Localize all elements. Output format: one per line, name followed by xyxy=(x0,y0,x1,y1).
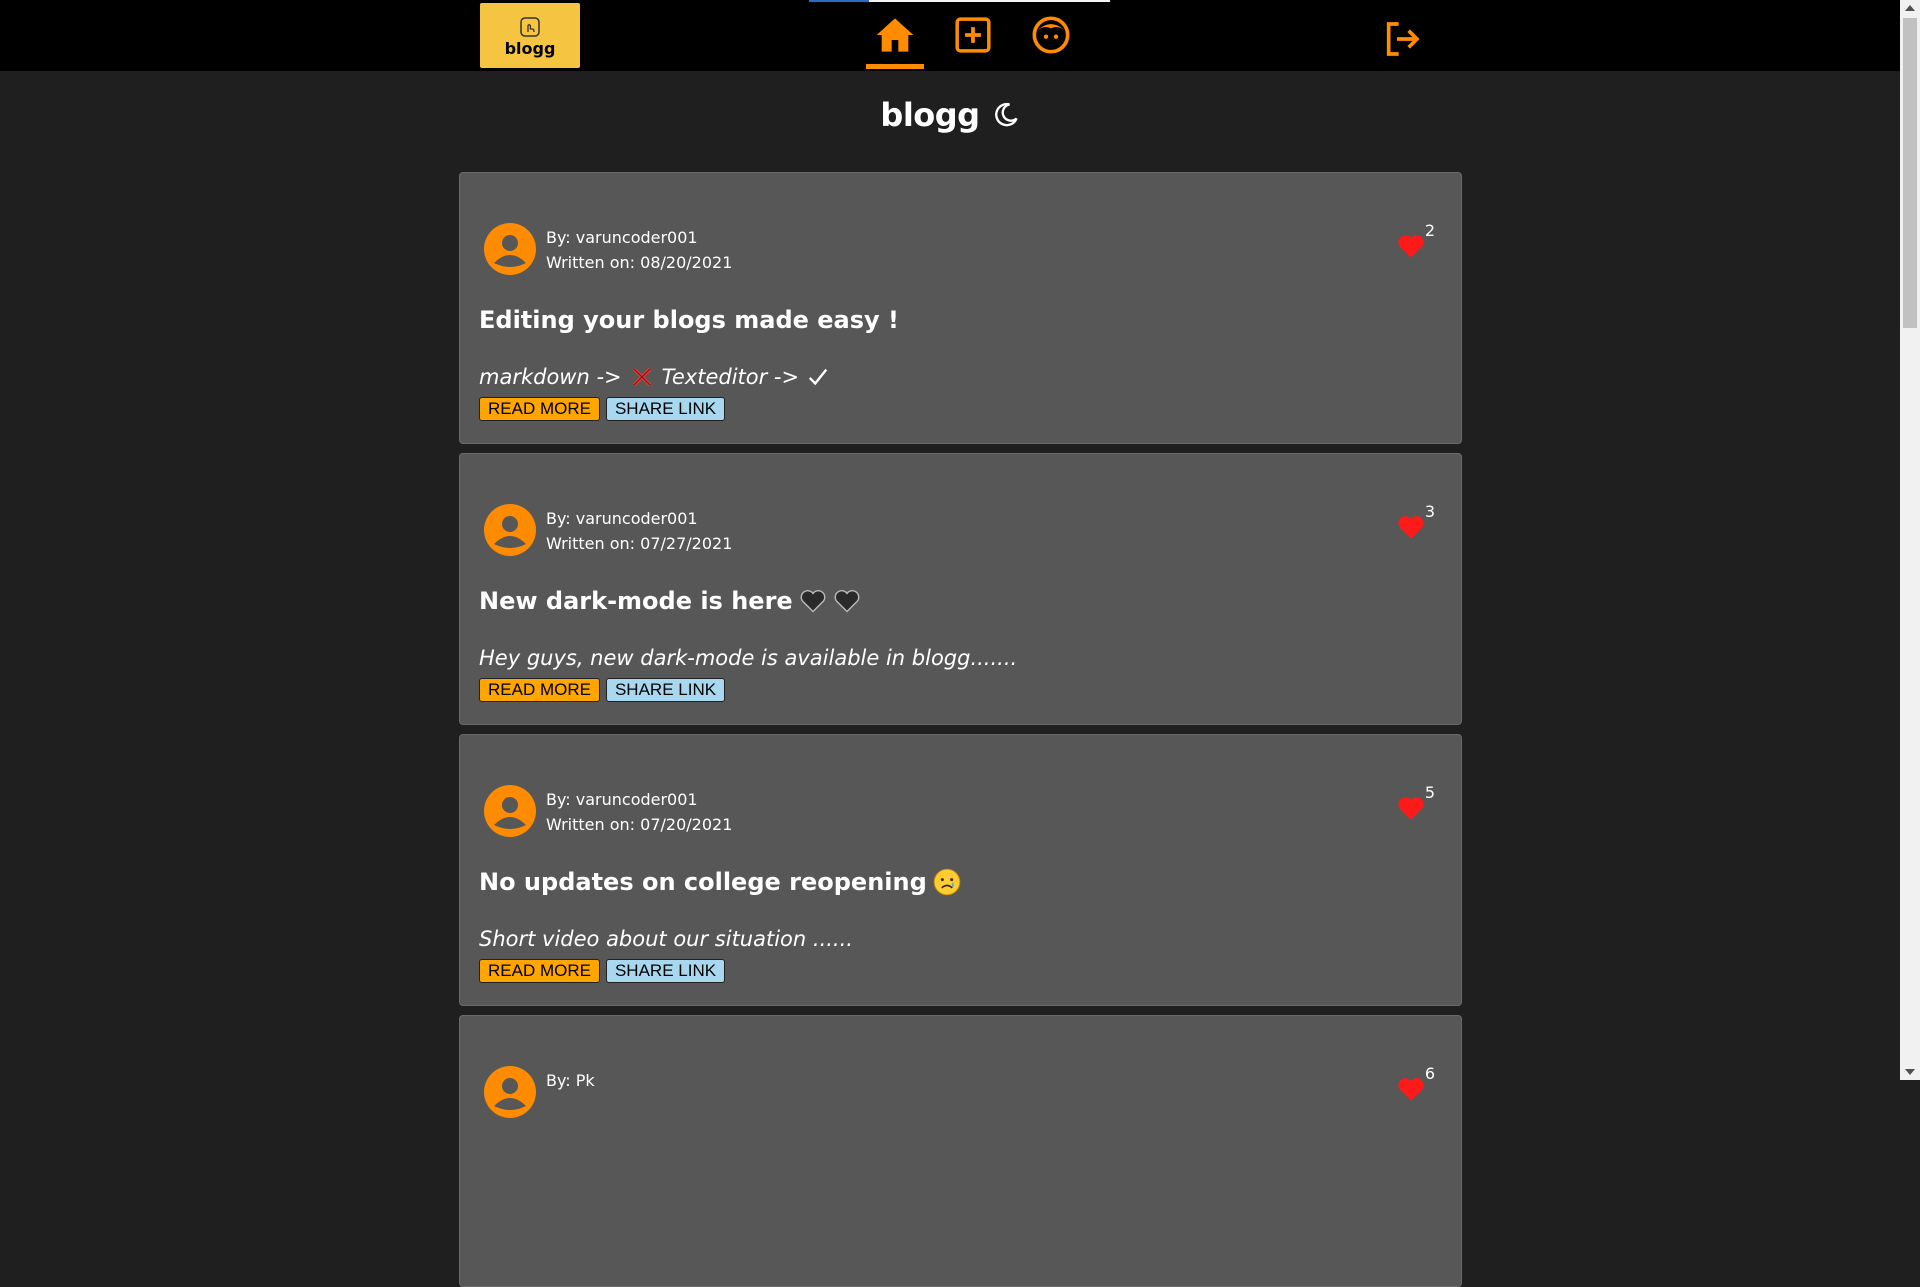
post-actions: READ MORE SHARE LINK xyxy=(479,959,726,983)
heart-icon[interactable] xyxy=(1397,514,1425,540)
excerpt-text-markdown: markdown -> xyxy=(479,365,622,389)
like-count: 2 xyxy=(1424,221,1435,240)
post-date: Written on: 07/27/2021 xyxy=(546,534,733,553)
sad-face-icon xyxy=(933,868,961,896)
user-avatar-icon xyxy=(484,785,536,837)
post-excerpt: markdown -> Texteditor -> xyxy=(479,365,829,389)
black-heart-icon xyxy=(834,590,860,613)
nav-home-button[interactable] xyxy=(866,14,924,69)
post-date: Written on: 07/20/2021 xyxy=(546,815,733,834)
user-avatar-icon xyxy=(484,504,536,556)
vertical-scrollbar[interactable] xyxy=(1900,0,1920,1080)
share-link-button[interactable]: SHARE LINK xyxy=(605,397,726,421)
excerpt-text: Short video about our situation ...... xyxy=(479,927,853,951)
page-title: blogg xyxy=(880,96,980,134)
face-icon xyxy=(1032,16,1070,54)
scroll-up-arrow-icon[interactable] xyxy=(1905,5,1915,11)
post-author: By: varuncoder001 xyxy=(546,790,698,809)
read-more-button[interactable]: READ MORE xyxy=(479,959,600,983)
post-excerpt: Short video about our situation ...... xyxy=(479,927,853,951)
cross-mark-icon xyxy=(632,367,651,387)
user-avatar-icon xyxy=(484,1066,536,1118)
post-meta: By: Pk xyxy=(546,1068,595,1093)
like-count: 5 xyxy=(1424,783,1435,802)
brand-heading: blogg xyxy=(0,96,1900,134)
nav-profile-button[interactable] xyxy=(1030,14,1072,56)
heart-icon[interactable] xyxy=(1397,795,1425,821)
excerpt-text-editor: Texteditor -> xyxy=(661,365,800,389)
scroll-down-arrow-icon[interactable] xyxy=(1905,1069,1915,1075)
moon-icon[interactable] xyxy=(992,101,1020,129)
top-navbar: blogg xyxy=(0,0,1900,71)
scrollbar-thumb[interactable] xyxy=(1903,18,1917,328)
logo-icon xyxy=(520,16,540,37)
black-heart-icon xyxy=(800,590,826,613)
share-link-button[interactable]: SHARE LINK xyxy=(605,959,726,983)
post-card: By: varuncoder001 Written on: 08/20/2021… xyxy=(459,172,1462,444)
heart-icon[interactable] xyxy=(1397,233,1425,259)
post-author: By: Pk xyxy=(546,1071,595,1090)
post-actions: READ MORE SHARE LINK xyxy=(479,397,726,421)
like-count: 6 xyxy=(1424,1064,1435,1083)
logo-button[interactable]: blogg xyxy=(480,3,580,68)
post-author: By: varuncoder001 xyxy=(546,228,698,247)
post-actions: READ MORE SHARE LINK xyxy=(479,678,726,702)
loading-progress-bar xyxy=(809,0,1110,2)
post-excerpt: Hey guys, new dark-mode is available in … xyxy=(479,646,1017,670)
like-count: 3 xyxy=(1424,502,1435,521)
home-icon xyxy=(876,18,914,52)
post-title-text: New dark-mode is here xyxy=(479,587,793,615)
user-avatar-icon xyxy=(484,223,536,275)
post-title[interactable]: No updates on college reopening xyxy=(479,868,961,896)
post-meta: By: varuncoder001 Written on: 08/20/2021 xyxy=(546,225,732,275)
post-title-text: No updates on college reopening xyxy=(479,868,927,896)
share-link-button[interactable]: SHARE LINK xyxy=(605,678,726,702)
logo-text: blogg xyxy=(504,38,556,58)
logout-icon xyxy=(1386,22,1420,56)
logout-button[interactable] xyxy=(1381,18,1423,60)
post-card: By: Pk 6 xyxy=(459,1015,1462,1287)
post-date: Written on: 08/20/2021 xyxy=(546,253,733,272)
check-mark-icon xyxy=(809,368,828,386)
nav-create-post-button[interactable] xyxy=(952,14,994,56)
post-title[interactable]: Editing your blogs made easy ! xyxy=(479,306,899,334)
read-more-button[interactable]: READ MORE xyxy=(479,678,600,702)
post-meta: By: varuncoder001 Written on: 07/27/2021 xyxy=(546,506,732,556)
loading-progress-fill xyxy=(809,0,869,2)
post-title-text: Editing your blogs made easy ! xyxy=(479,306,899,334)
post-card: By: varuncoder001 Written on: 07/27/2021… xyxy=(459,453,1462,725)
post-card: By: varuncoder001 Written on: 07/20/2021… xyxy=(459,734,1462,1006)
post-author: By: varuncoder001 xyxy=(546,509,698,528)
read-more-button[interactable]: READ MORE xyxy=(479,397,600,421)
add-square-icon xyxy=(955,17,991,53)
excerpt-text: Hey guys, new dark-mode is available in … xyxy=(479,646,1018,670)
post-title[interactable]: New dark-mode is here xyxy=(479,587,861,615)
post-meta: By: varuncoder001 Written on: 07/20/2021 xyxy=(546,787,732,837)
